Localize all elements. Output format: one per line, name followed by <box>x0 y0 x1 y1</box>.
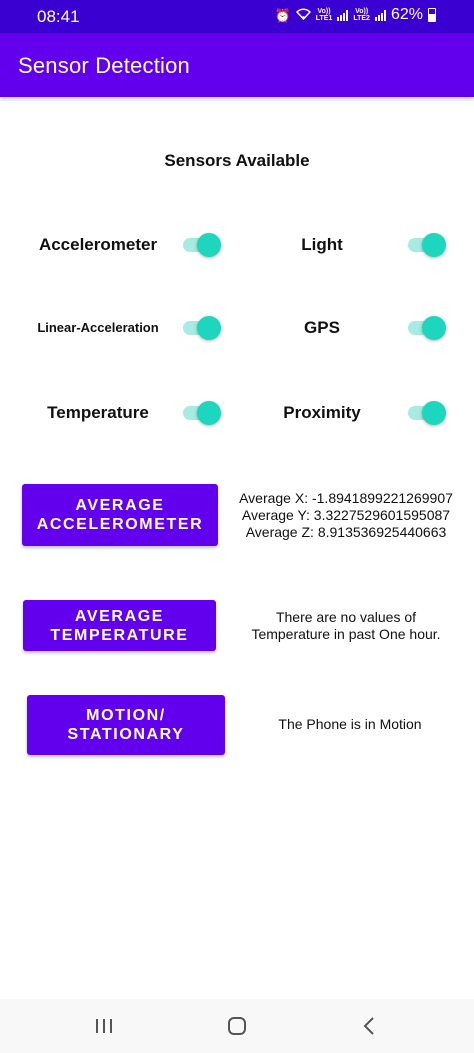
linear-acceleration-switch[interactable] <box>183 314 221 342</box>
result-line: Average Y: 3.3227529601595087 <box>241 507 451 523</box>
motion-result: The Phone is in Motion <box>250 716 450 733</box>
sensor-label-light: Light <box>301 235 343 254</box>
proximity-switch[interactable] <box>408 399 446 427</box>
light-switch[interactable] <box>408 231 446 259</box>
sim1-network: Vo)) LTE1 <box>315 8 333 22</box>
sensors-available-title: Sensors Available <box>164 151 310 170</box>
average-accelerometer-button[interactable]: AVERAGE ACCELEROMETER <box>22 484 218 546</box>
motion-stationary-button[interactable]: MOTION/STATIONARY <box>27 695 225 755</box>
button-line: ACCELEROMETER <box>36 516 204 533</box>
app-title: Sensor Detection <box>18 53 190 78</box>
accelerometer-result: Average X: -1.8941899221269907 Average Y… <box>232 490 460 541</box>
signal-icon-sim1 <box>337 9 349 21</box>
back-icon[interactable] <box>359 1015 381 1037</box>
temperature-switch[interactable] <box>183 399 221 427</box>
button-line: AVERAGE <box>75 497 165 514</box>
status-time: 08:41 <box>37 7 80 26</box>
signal-icon-sim2 <box>374 9 386 21</box>
button-line: AVERAGE <box>74 607 165 625</box>
sensor-label-temperature: Temperature <box>47 403 149 422</box>
battery-percent: 62% <box>390 6 423 23</box>
button-line: STATIONARY <box>67 726 185 743</box>
navigation-bar <box>0 999 474 1053</box>
sim2-network: Vo)) LTE2 <box>353 8 370 22</box>
gps-switch[interactable] <box>408 314 446 342</box>
result-line: The Phone is in Motion <box>278 716 422 732</box>
recent-apps-icon[interactable] <box>93 1015 115 1037</box>
status-icons: ⏰ Vo)) LTE1 Vo)) LTE2 62% <box>275 6 436 24</box>
sensor-label-linear-acceleration: Linear-Acceleration <box>37 320 159 335</box>
button-line: MOTION/ <box>86 707 166 724</box>
button-line: TEMPERATURE <box>50 626 189 644</box>
average-temperature-button[interactable]: AVERAGE TEMPERATURE <box>23 600 216 651</box>
alarm-icon: ⏰ <box>274 7 291 23</box>
accelerometer-switch[interactable] <box>183 231 221 259</box>
status-bar: 08:41 ⏰ Vo)) LTE1 Vo)) LTE2 62% <box>0 0 474 33</box>
result-line: Temperature in past One hour. <box>251 626 441 642</box>
wifi-icon <box>295 8 311 22</box>
app-bar: Sensor Detection <box>0 33 474 97</box>
result-line: Average X: -1.8941899221269907 <box>239 490 453 506</box>
sensor-label-accelerometer: Accelerometer <box>38 235 158 254</box>
battery-icon <box>428 8 436 22</box>
sensor-label-gps: GPS <box>304 318 340 337</box>
sensor-label-proximity: Proximity <box>283 403 361 422</box>
result-line: Average Z: 8.913536925440663 <box>245 524 447 540</box>
temperature-result: There are no values of Temperature in pa… <box>238 609 454 643</box>
home-icon[interactable] <box>226 1015 248 1037</box>
result-line: There are no values of <box>275 609 417 625</box>
